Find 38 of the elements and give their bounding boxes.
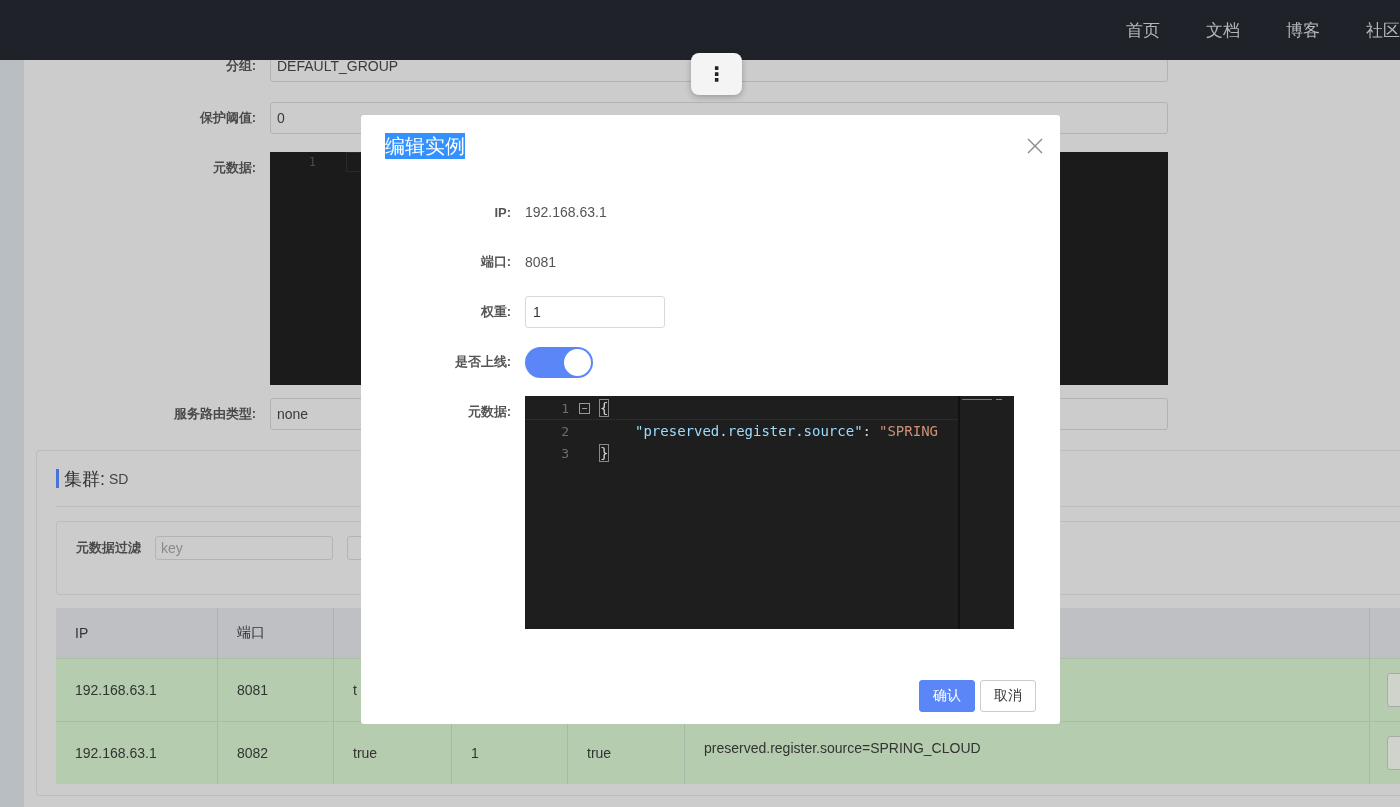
field-label: 保护阈值:	[198, 109, 256, 127]
field-label: 是否上线:	[453, 353, 511, 371]
nav-link[interactable]: 博客	[1286, 18, 1320, 42]
accent-bar	[56, 469, 59, 488]
bracket: {	[599, 399, 610, 417]
field-label: 分组:	[224, 60, 256, 75]
field-label: 端口:	[479, 253, 511, 271]
cancel-button[interactable]: 取消	[980, 680, 1036, 712]
filter-input[interactable]: key	[155, 536, 333, 560]
input-field[interactable]: 1	[525, 296, 665, 328]
line-number: 1	[560, 400, 569, 416]
cluster-name: SD	[109, 470, 129, 487]
section-title: 集群:	[64, 467, 105, 491]
bracket: }	[599, 444, 610, 462]
field-value: 192.168.63.1	[525, 204, 607, 220]
field-label: 元数据:	[211, 159, 256, 177]
table-cell: 192.168.63.1	[56, 722, 218, 784]
code-token: "SPRING	[879, 423, 939, 439]
line-number: 3	[560, 445, 569, 461]
collapse-icon[interactable]	[578, 402, 590, 414]
code-token: :	[862, 423, 871, 439]
line-number: 2	[560, 423, 569, 439]
field-label: 服务路由类型:	[172, 405, 256, 423]
nav-link[interactable]: 社区	[1366, 18, 1400, 42]
field-value: 8081	[525, 254, 557, 270]
code-editor[interactable]: 1 { 2 "preserved.register.source": "SPRING 3 }	[525, 396, 1014, 629]
code-token: "preserved.register.source"	[635, 423, 863, 439]
field-label: 元数据:	[466, 403, 511, 421]
filter-label: 元数据过滤	[76, 539, 141, 557]
table-cell: 8082	[218, 722, 334, 784]
dialog-title: 编辑实例	[385, 133, 465, 159]
toggle-switch[interactable]	[525, 346, 593, 378]
nav-link[interactable]: 首页	[1126, 18, 1160, 42]
close-button[interactable]	[1025, 136, 1045, 156]
more-button[interactable]: ⋮	[691, 53, 742, 95]
nav-link[interactable]: 文档	[1206, 18, 1240, 42]
field-label: IP:	[493, 204, 511, 220]
field-label: 权重:	[479, 303, 511, 321]
